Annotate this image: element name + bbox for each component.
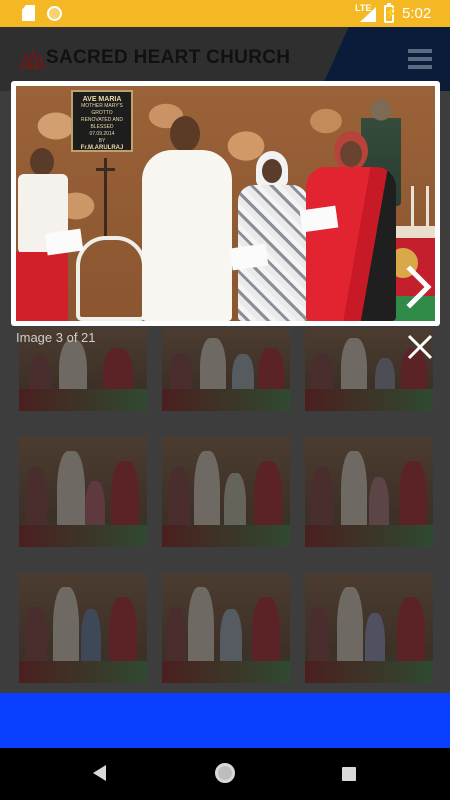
gallery-thumbnail[interactable] — [19, 437, 147, 547]
close-icon[interactable] — [405, 332, 435, 362]
gallery-thumbnail[interactable] — [162, 437, 290, 547]
home-circle-icon[interactable] — [215, 763, 235, 783]
church-logo-icon — [20, 48, 45, 69]
crucifix-stand — [96, 158, 115, 238]
notification-circle-icon — [47, 6, 62, 21]
image-counter: Image 3 of 21 — [16, 330, 96, 345]
back-triangle-icon[interactable] — [93, 765, 106, 781]
grotto-plaque: AVE MARIA MOTHER MARY'S GROTTO RENOVATED… — [71, 90, 133, 152]
hamburger-menu-icon[interactable] — [408, 49, 432, 69]
chevron-right-icon[interactable] — [402, 264, 435, 310]
gallery-thumbnail[interactable] — [19, 573, 147, 683]
battery-charging-icon — [384, 3, 398, 23]
system-nav-bar — [0, 748, 450, 800]
sd-card-icon — [22, 5, 35, 21]
gallery-thumbnail[interactable] — [305, 573, 433, 683]
screen: LTE 5:02 SACRED HEART CHURCH — [0, 0, 450, 800]
lightbox-frame: AVE MARIA MOTHER MARY'S GROTTO RENOVATED… — [11, 81, 440, 326]
priest-figure — [134, 116, 234, 321]
lightbox-image[interactable]: AVE MARIA MOTHER MARY'S GROTTO RENOVATED… — [16, 86, 435, 321]
recent-apps-square-icon[interactable] — [342, 767, 356, 781]
gallery-thumbnail[interactable] — [305, 437, 433, 547]
bottom-bar — [0, 693, 450, 748]
woman-figure — [238, 151, 308, 321]
network-type-label: LTE — [355, 3, 372, 13]
church-title: SACRED HEART CHURCH — [46, 47, 291, 68]
status-clock: 5:02 — [402, 5, 432, 22]
status-bar: LTE 5:02 — [0, 0, 450, 27]
gallery-thumbnail[interactable] — [162, 328, 290, 411]
gallery-thumbnail[interactable] — [162, 573, 290, 683]
